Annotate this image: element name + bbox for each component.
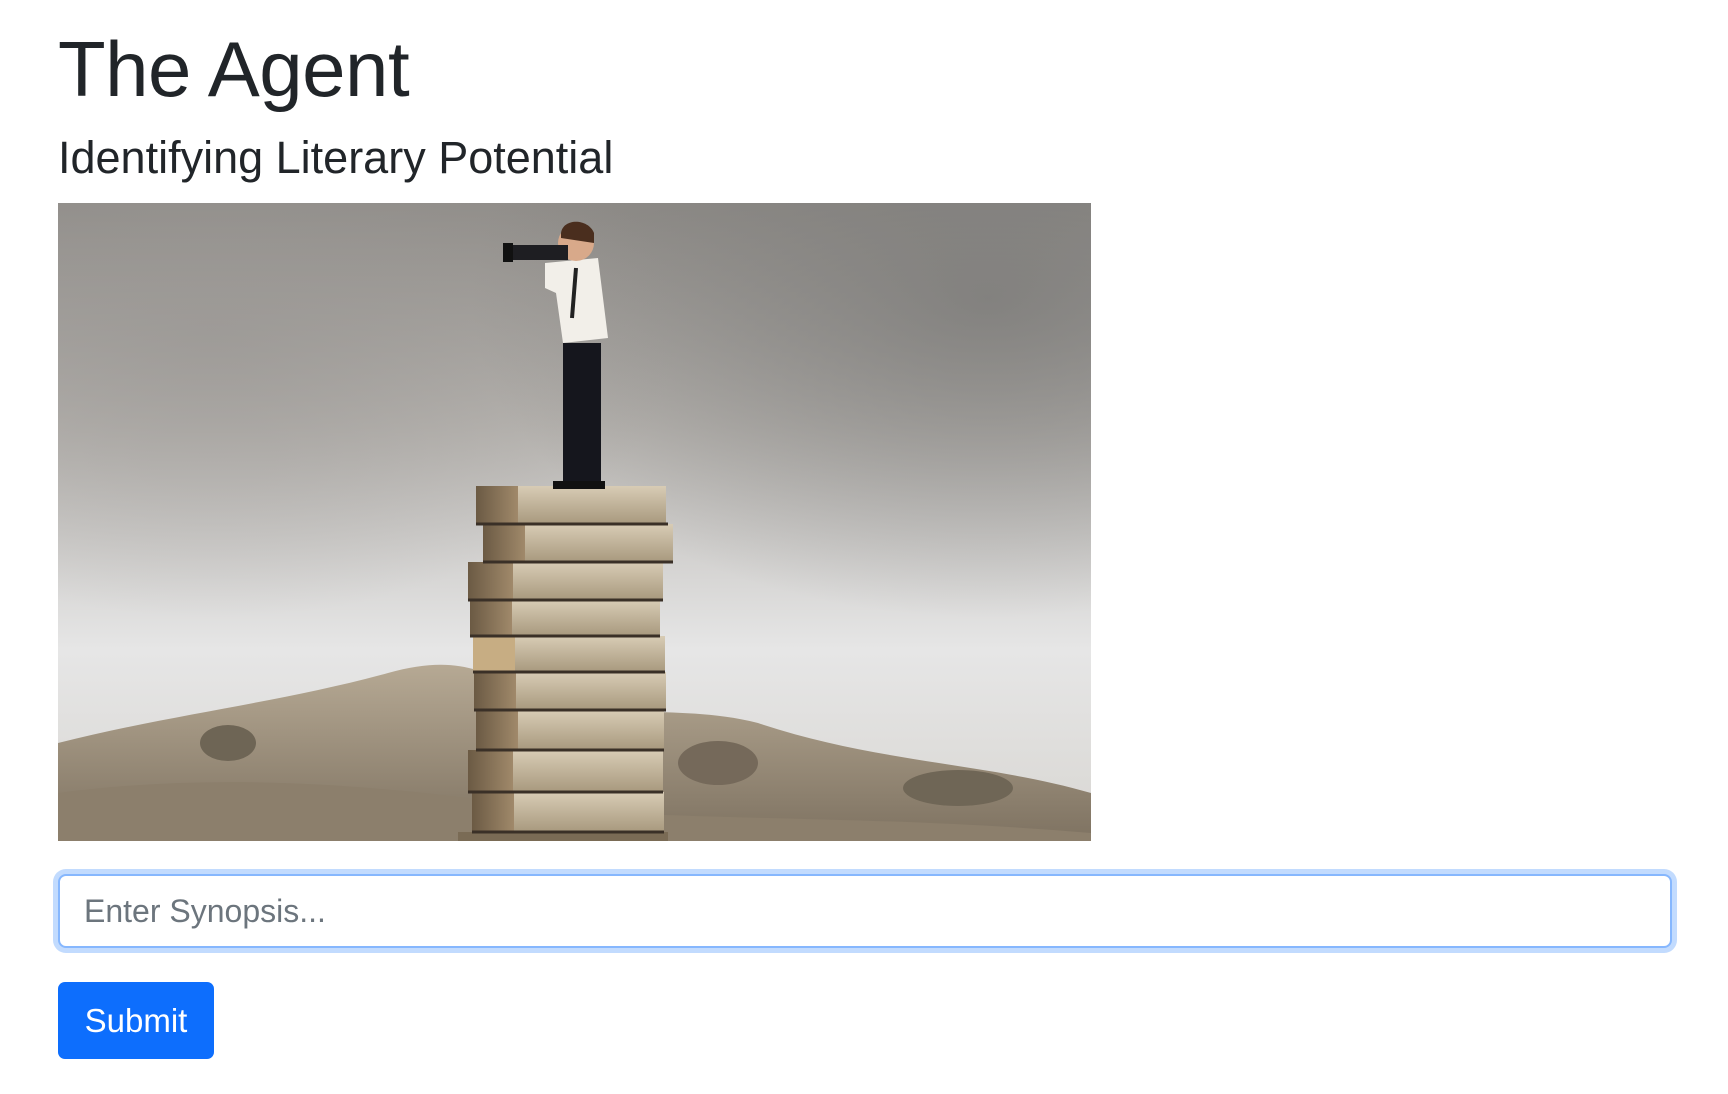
page-subtitle: Identifying Literary Potential — [58, 132, 614, 183]
hero-image — [58, 203, 1091, 841]
hero-illustration — [58, 203, 1091, 841]
page-title: The Agent — [58, 25, 410, 113]
page-container: The Agent Identifying Literary Potential — [0, 0, 1728, 1094]
synopsis-input[interactable] — [58, 874, 1672, 948]
submit-button[interactable]: Submit — [58, 982, 214, 1059]
